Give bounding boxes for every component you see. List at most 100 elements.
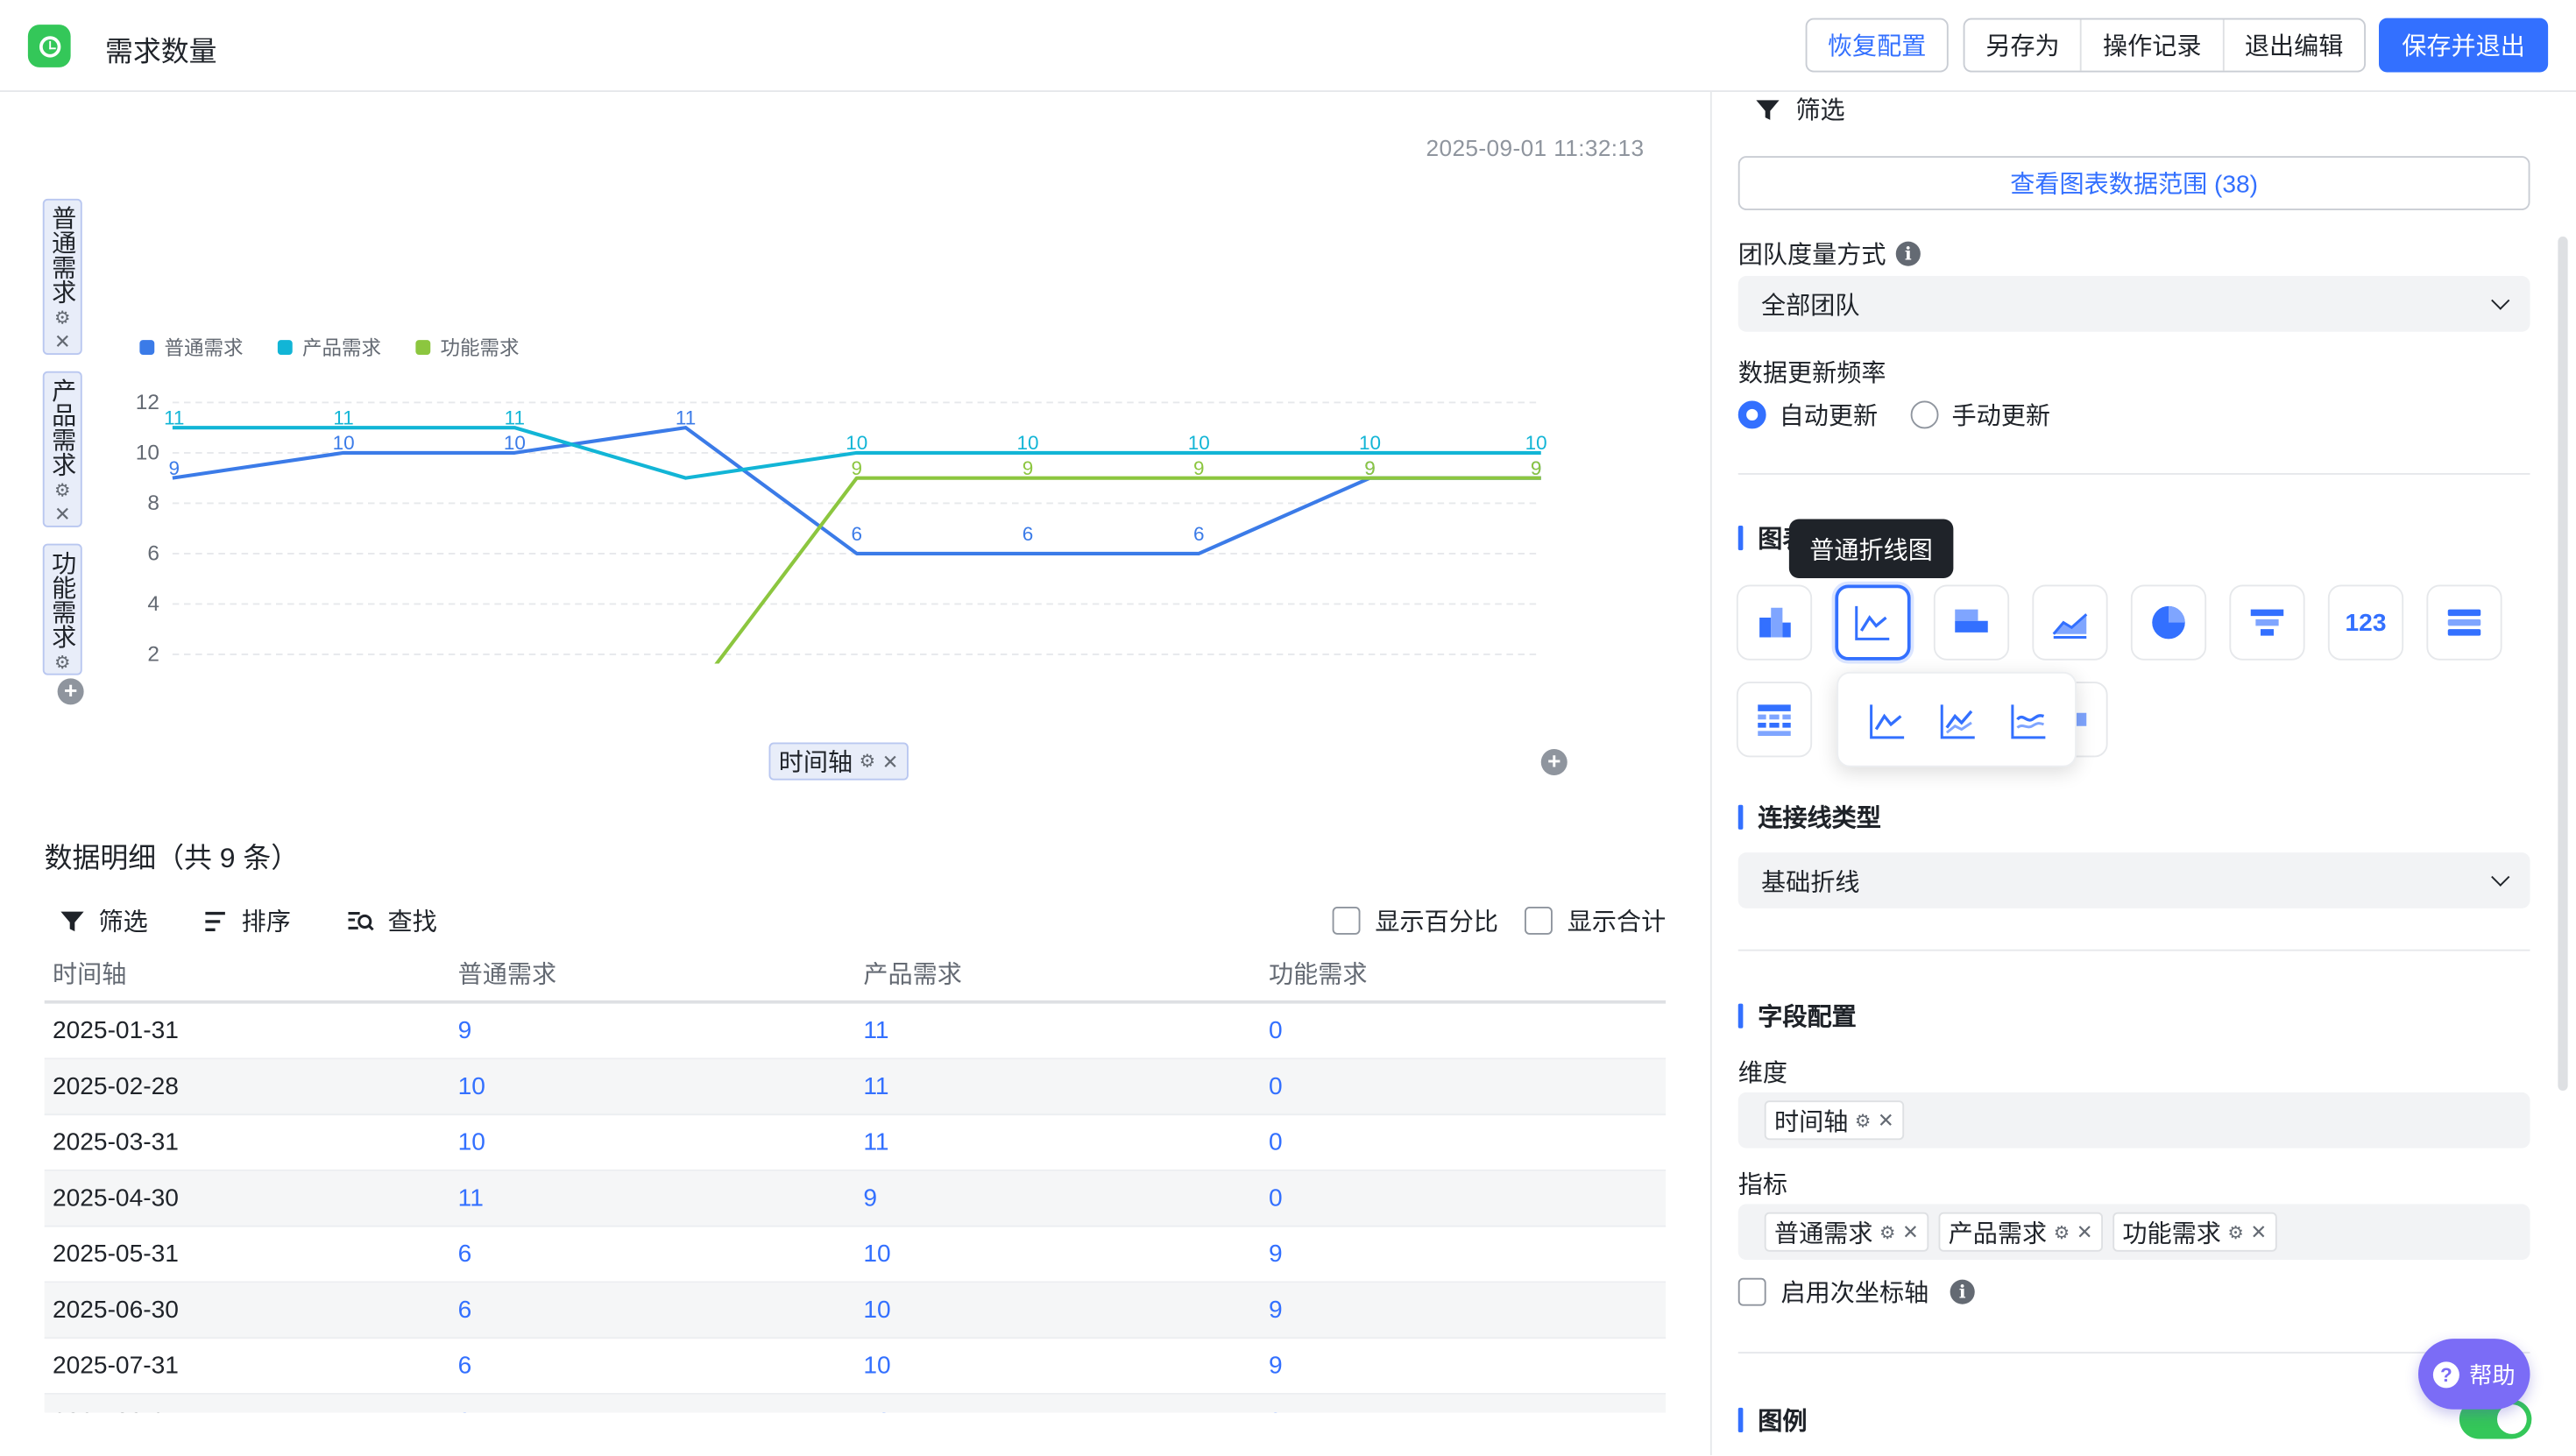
metric-chip[interactable]: 产品需求 ⚙ ✕ (1938, 1212, 2103, 1252)
table-cell-value[interactable]: 11 (855, 1004, 1261, 1058)
chart-type-funnel[interactable] (2229, 584, 2305, 661)
gear-icon[interactable]: ⚙ (1855, 1110, 1872, 1131)
table-row[interactable]: 2025-05-31 6 10 9 (44, 1227, 1667, 1283)
show-total-checkbox[interactable] (1525, 907, 1553, 935)
auto-update-label[interactable]: 自动更新 (1780, 398, 1879, 432)
table-cell-value[interactable]: 11 (855, 1115, 1261, 1170)
exit-edit-button[interactable]: 退出编辑 (2224, 20, 2364, 71)
dimension-tag[interactable]: 时间轴 ⚙ ✕ (768, 742, 909, 781)
multi-line-icon[interactable] (1937, 700, 1980, 743)
table-cell-value[interactable]: 9 (449, 1004, 855, 1058)
secondary-axis-option[interactable]: 启用次坐标轴 i (1737, 1275, 1975, 1309)
basic-line-icon[interactable] (1866, 700, 1909, 743)
table-sort-button[interactable]: 排序 (202, 903, 291, 937)
metric-chip[interactable]: 功能需求 ⚙ ✕ (2112, 1212, 2277, 1252)
column-header[interactable]: 普通需求 (449, 946, 855, 1000)
close-icon[interactable]: ✕ (1902, 1220, 1919, 1243)
show-total-toggle[interactable]: 显示合计 (1525, 903, 1666, 937)
table-cell-value[interactable]: 9 (1261, 1227, 1667, 1282)
chart-type-bar[interactable] (1736, 584, 1813, 661)
add-metric-icon[interactable]: + (57, 677, 84, 705)
table-cell-value[interactable]: 0 (1261, 1115, 1667, 1170)
table-filter-button[interactable]: 筛选 (60, 903, 148, 937)
info-icon[interactable]: i (1950, 1279, 1975, 1304)
history-button[interactable]: 操作记录 (2082, 19, 2225, 71)
metric-tag-normal[interactable]: 普通需求 ⚙ ✕ (42, 198, 82, 355)
team-measure-select[interactable]: 全部团队 (1737, 276, 2530, 332)
gear-icon[interactable]: ⚙ (2227, 1221, 2244, 1243)
table-cell-value[interactable]: 9 (449, 1395, 855, 1413)
table-cell-value[interactable]: 6 (449, 1227, 855, 1282)
close-icon[interactable]: ✕ (54, 330, 71, 353)
dimension-field-box[interactable]: 时间轴 ⚙ ✕ (1737, 1092, 2530, 1149)
panel-scrollbar[interactable] (2558, 237, 2568, 1091)
metric-chip[interactable]: 普通需求 ⚙ ✕ (1764, 1212, 1929, 1252)
table-cell-value[interactable]: 10 (855, 1283, 1261, 1337)
chart-type-line[interactable] (1835, 584, 1911, 661)
chart-type-table[interactable] (1736, 682, 1813, 758)
gear-icon[interactable]: ⚙ (1879, 1221, 1896, 1243)
save-as-button[interactable]: 另存为 (1965, 19, 2083, 71)
chart-type-horizontal-bar[interactable] (1933, 584, 2010, 661)
gear-icon[interactable]: ⚙ (54, 480, 71, 501)
restore-config-button[interactable]: 恢复配置 (1805, 18, 1949, 73)
table-cell-value[interactable]: 9 (1261, 1395, 1667, 1413)
gear-icon[interactable]: ⚙ (54, 307, 71, 329)
table-cell-value[interactable]: 10 (855, 1339, 1261, 1393)
table-cell-value[interactable]: 6 (449, 1283, 855, 1337)
gear-icon[interactable]: ⚙ (54, 652, 71, 674)
chart-type-number[interactable]: 123 (2327, 584, 2404, 661)
info-icon[interactable]: i (1895, 241, 1921, 266)
secondary-axis-checkbox[interactable] (1737, 1277, 1766, 1306)
save-and-exit-button[interactable]: 保存并退出 (2379, 18, 2549, 73)
view-data-range-button[interactable]: 查看图表数据范围 (38) (1737, 156, 2530, 210)
line-type-select[interactable]: 基础折线 (1737, 852, 2530, 908)
table-row[interactable]: 2025-01-31 9 11 0 (44, 1004, 1667, 1060)
table-cell-value[interactable]: 10 (449, 1059, 855, 1113)
show-percent-toggle[interactable]: 显示百分比 (1332, 903, 1498, 937)
smooth-line-icon[interactable] (2007, 700, 2050, 743)
manual-update-label[interactable]: 手动更新 (1952, 398, 2051, 432)
column-header[interactable]: 功能需求 (1261, 946, 1667, 1000)
table-row[interactable]: 2025-03-31 10 11 0 (44, 1115, 1667, 1171)
chart-type-area[interactable] (2032, 584, 2108, 661)
gear-icon[interactable]: ⚙ (2054, 1221, 2070, 1243)
close-icon[interactable]: ✕ (2077, 1220, 2093, 1243)
table-cell-value[interactable]: 11 (449, 1171, 855, 1226)
gear-icon[interactable]: ⚙ (860, 751, 876, 773)
table-row[interactable]: 2025-06-30 6 10 9 (44, 1283, 1667, 1339)
show-percent-checkbox[interactable] (1332, 907, 1361, 935)
close-icon[interactable]: ✕ (1878, 1109, 1894, 1132)
table-cell-value[interactable]: 9 (1261, 1283, 1667, 1337)
table-cell-value[interactable]: 10 (855, 1395, 1261, 1413)
table-cell-value[interactable]: 0 (1261, 1059, 1667, 1113)
add-dimension-icon[interactable]: + (1540, 748, 1568, 775)
table-row[interactable]: 2025-08-319109 (44, 1394, 1667, 1413)
table-cell-value[interactable]: 10 (449, 1115, 855, 1170)
chart-type-pie[interactable] (2130, 584, 2207, 661)
chart-type-list[interactable] (2426, 584, 2502, 661)
table-cell-value[interactable]: 0 (1261, 1004, 1667, 1058)
metric-tag-feature[interactable]: 功能需求 ⚙ (42, 543, 82, 675)
table-cell-value[interactable]: 11 (855, 1059, 1261, 1113)
close-icon[interactable]: ✕ (882, 750, 899, 773)
close-icon[interactable]: ✕ (54, 503, 71, 526)
table-row[interactable]: 2025-04-30 11 9 0 (44, 1170, 1667, 1227)
auto-update-radio[interactable] (1737, 400, 1766, 429)
column-header[interactable]: 时间轴 (45, 946, 450, 1000)
table-find-button[interactable]: 查找 (347, 903, 437, 937)
help-button[interactable]: ? 帮助 (2418, 1339, 2530, 1410)
column-header[interactable]: 产品需求 (855, 946, 1261, 1000)
metric-field-box[interactable]: 普通需求 ⚙ ✕ 产品需求 ⚙ ✕ 功能需求 ⚙ ✕ (1737, 1204, 2530, 1261)
manual-update-radio[interactable] (1910, 400, 1939, 429)
table-cell-value[interactable]: 10 (855, 1227, 1261, 1282)
table-cell-value[interactable]: 0 (1261, 1171, 1667, 1226)
close-icon[interactable]: ✕ (2250, 1220, 2267, 1243)
table-cell-value[interactable]: 6 (449, 1339, 855, 1393)
table-cell-value[interactable]: 9 (855, 1171, 1261, 1226)
table-row[interactable]: 2025-07-31 6 10 9 (44, 1339, 1667, 1395)
metric-tag-product[interactable]: 产品需求 ⚙ ✕ (42, 371, 82, 527)
table-cell-value[interactable]: 9 (1261, 1339, 1667, 1393)
table-row[interactable]: 2025-02-28 10 11 0 (44, 1059, 1667, 1116)
dimension-chip[interactable]: 时间轴 ⚙ ✕ (1764, 1100, 1905, 1141)
